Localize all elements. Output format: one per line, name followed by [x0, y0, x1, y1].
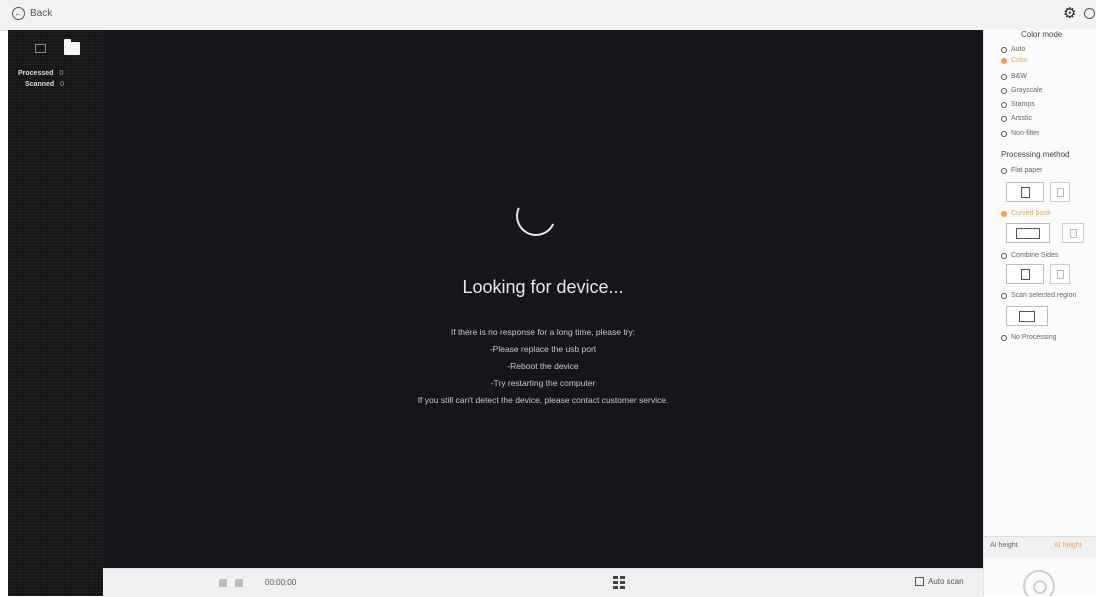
radio-icon	[1001, 252, 1007, 259]
settings-panel: Color mode Auto Color B&W Grayscale Stam…	[983, 30, 1096, 596]
page-corner-icon	[1070, 229, 1077, 238]
scanned-stat: Scanned 0	[25, 81, 64, 88]
page-corner-icon	[1057, 270, 1064, 279]
processing-method-title: Processing method	[1001, 150, 1070, 159]
combine-sides-mode-button[interactable]	[1006, 264, 1044, 284]
back-arrow-icon: ←	[12, 7, 25, 20]
auto-scan-label: Auto scan	[928, 577, 964, 586]
processing-combine-sides[interactable]: Combine Sides	[1001, 252, 1058, 259]
option-label: Curved book	[1011, 210, 1051, 217]
back-button[interactable]: ← Back	[12, 7, 52, 20]
color-mode-non-filter[interactable]: Non-filter	[1001, 130, 1039, 137]
radio-icon	[1001, 292, 1007, 299]
ai-tabs: AI height AI height	[984, 536, 1096, 557]
processed-stat: Processed 0	[18, 70, 63, 77]
top-bar: ← Back ⚙	[0, 0, 1096, 31]
tab-ai-height[interactable]: AI height	[990, 542, 1018, 549]
device-status-text: Looking for device...	[462, 277, 624, 297]
scan-preview: Looking for device... If there is no res…	[103, 30, 983, 568]
auto-scan-checkbox[interactable]: Auto scan	[915, 577, 964, 586]
option-label: Grayscale	[1011, 87, 1043, 94]
layout-grid-icon[interactable]	[613, 576, 625, 590]
color-mode-grayscale[interactable]: Grayscale	[1001, 87, 1043, 94]
hint-line: -Please replace the usb port	[489, 344, 597, 354]
record-icon[interactable]	[219, 579, 227, 587]
option-label: Flat paper	[1011, 167, 1043, 174]
flat-paper-mode-button[interactable]	[1006, 182, 1044, 202]
color-mode-auto[interactable]: Auto	[1001, 46, 1025, 53]
radio-icon	[1001, 73, 1007, 80]
radio-icon	[1001, 115, 1007, 122]
radio-icon	[1001, 57, 1007, 64]
option-label: Artistic	[1011, 115, 1032, 122]
color-mode-color[interactable]: Color	[1001, 57, 1028, 64]
tab-ai-height-active[interactable]: AI height	[1054, 542, 1082, 549]
loading-spinner-icon	[510, 190, 562, 242]
color-mode-bw[interactable]: B&W	[1001, 73, 1027, 80]
hint-line: If there is no response for a long time,…	[450, 327, 636, 337]
radio-icon	[1001, 210, 1007, 217]
hint-line: -Reboot the device	[507, 361, 579, 371]
option-label: Combine Sides	[1011, 252, 1059, 259]
help-icon[interactable]	[1084, 8, 1095, 19]
thumbnail-sidebar: Processed 0 Scanned 0	[8, 30, 103, 596]
radio-icon	[1001, 101, 1007, 108]
radio-icon	[1001, 130, 1007, 137]
combine-sides-manual-button[interactable]	[1050, 264, 1070, 284]
hint-line: -Try restarting the computer	[490, 378, 596, 388]
hint-line: If you still can't detect the device, pl…	[417, 395, 669, 405]
option-label: No Processing	[1011, 334, 1057, 341]
capture-icon[interactable]	[1023, 570, 1055, 596]
radio-icon	[1001, 167, 1007, 174]
option-label: B&W	[1011, 73, 1027, 80]
scanned-count: 0	[60, 81, 65, 88]
stop-icon[interactable]	[235, 579, 243, 587]
processed-label: Processed	[18, 70, 54, 77]
scan-view-icon[interactable]	[35, 44, 46, 53]
option-label: Non-filter	[1011, 130, 1040, 137]
bottom-toolbar: 00:00:00 Auto scan	[103, 568, 983, 597]
radio-icon	[1001, 334, 1007, 341]
curved-book-manual-button[interactable]	[1062, 223, 1084, 243]
radio-icon	[1001, 87, 1007, 94]
gear-icon[interactable]: ⚙	[1063, 6, 1076, 22]
checkbox-icon	[915, 577, 924, 586]
page-corner-icon	[1057, 188, 1064, 197]
open-book-icon	[1016, 228, 1040, 239]
processing-scan-selected-region[interactable]: Scan selected region	[1001, 292, 1076, 299]
option-label: Auto	[1011, 46, 1026, 53]
processing-no-processing[interactable]: No Processing	[1001, 334, 1057, 341]
option-label: Stamps	[1011, 101, 1035, 108]
flat-paper-manual-button[interactable]	[1050, 182, 1070, 202]
combine-pages-icon	[1021, 269, 1030, 280]
region-select-icon	[1019, 311, 1035, 322]
select-region-button[interactable]	[1006, 306, 1048, 326]
flat-page-icon	[1021, 187, 1030, 198]
radio-icon	[1001, 46, 1007, 53]
processing-flat-paper[interactable]: Flat paper	[1001, 167, 1043, 174]
processed-count: 0	[59, 70, 64, 77]
curved-book-mode-button[interactable]	[1006, 223, 1050, 243]
scan-timer: 00:00:00	[265, 578, 297, 587]
option-label: Scan selected region	[1011, 292, 1077, 299]
color-mode-artistic[interactable]: Artistic	[1001, 115, 1032, 122]
color-mode-title: Color mode	[1021, 30, 1063, 39]
color-mode-stamps[interactable]: Stamps	[1001, 101, 1035, 108]
scanned-label: Scanned	[25, 81, 55, 88]
option-label: Color	[1011, 57, 1028, 64]
processing-curved-book[interactable]: Curved book	[1001, 210, 1051, 217]
folder-icon[interactable]	[64, 39, 80, 55]
back-label: Back	[30, 8, 53, 19]
